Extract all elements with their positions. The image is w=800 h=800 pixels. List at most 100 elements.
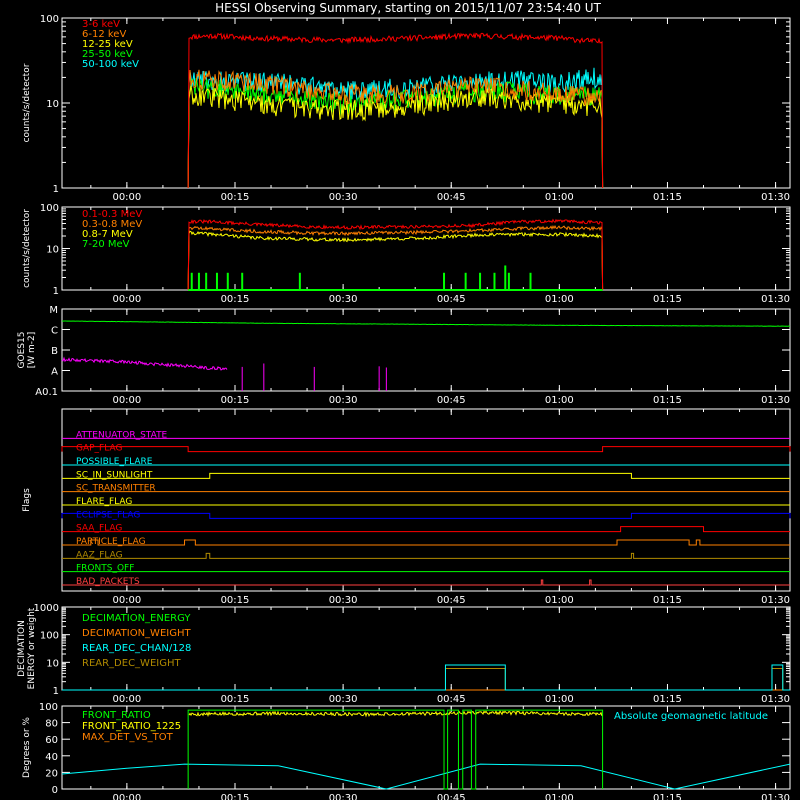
flag-label-particle-flag: PARTICLE_FLAG [76, 537, 146, 547]
high-energy-x-tick-label: 00:45 [437, 294, 466, 305]
low-energy-y-tick-label: 1 [53, 184, 59, 195]
decimation-y-tick-label: 10 [46, 658, 59, 669]
high-energy-x-tick-label: 00:30 [329, 294, 358, 305]
ratios-y-label: Degrees or % [22, 717, 32, 778]
ratios-y-tick-label: 20 [45, 768, 58, 779]
high-energy-y-label: counts/s/detector [22, 209, 32, 288]
ratios-annotation: Absolute geomagnetic latitude [614, 711, 768, 722]
goes-y-label: GOES15 [W m-2] [17, 332, 37, 369]
decimation-x-tick-label: 01:15 [653, 694, 682, 705]
hessi-summary-plot: HESSI Observing Summary, starting on 201… [0, 0, 800, 800]
high-energy-x-tick-label: 01:30 [761, 294, 790, 305]
goes-y-label-text: GOES15 [17, 332, 27, 369]
low-energy-x-tick-label: 01:30 [761, 192, 790, 203]
decimation-x-tick-label: 01:00 [545, 694, 574, 705]
goes-x-tick-label: 00:30 [329, 395, 358, 406]
ratios-x-tick-label: 00:30 [329, 793, 358, 800]
flag-label-fronts-off: FRONTS_OFF [76, 564, 134, 574]
goes-y-tick-label: C [51, 326, 58, 337]
high-energy-x-tick-label: 01:15 [653, 294, 682, 305]
flag-label-possible-flare: POSSIBLE_FLARE [76, 457, 153, 467]
goes-x-tick-label: 00:15 [221, 395, 250, 406]
decimation-y-tick-label: 100 [40, 631, 59, 642]
ratios-legend-entry: FRONT_RATIO [82, 710, 151, 721]
low-energy-x-tick-label: 00:45 [437, 192, 466, 203]
low-energy-x-tick-label: 01:15 [653, 192, 682, 203]
decimation-legend-entry: DECIMATION_WEIGHT [82, 628, 191, 639]
high-energy-x-tick-label: 01:00 [545, 294, 574, 305]
decimation-y-tick-label: 1 [53, 686, 59, 697]
low-energy-y-label: counts/s/detector [22, 63, 32, 142]
flags-x-tick-label: 00:00 [112, 595, 141, 606]
decimation-legend-entry: DECIMATION_ENERGY [82, 613, 191, 624]
low-energy-legend-entry: 50-100 keV [82, 59, 139, 70]
goes-x-tick-label: 01:00 [545, 395, 574, 406]
goes-x-tick-label: 00:45 [437, 395, 466, 406]
decimation-legend-entry: REAR_DEC_WEIGHT [82, 658, 181, 669]
high-energy-y-tick-label: 100 [40, 203, 59, 214]
decimation-y-label-text: ENERGY or weight [27, 607, 37, 689]
decimation-x-tick-label: 00:00 [112, 694, 141, 705]
low-energy-y-label-text: counts/s/detector [22, 63, 32, 142]
goes-y-tick-label: B [51, 346, 58, 357]
high-energy-y-tick-label: 10 [46, 245, 59, 256]
flag-label-flare-flag: FLARE_FLAG [76, 497, 132, 507]
low-energy-x-tick-label: 01:00 [545, 192, 574, 203]
ratios-x-tick-label: 01:15 [653, 793, 682, 800]
flag-label-sc-in-sunlight: SC_IN_SUNLIGHT [76, 470, 153, 480]
low-energy-x-tick-label: 00:15 [221, 192, 250, 203]
decimation-x-tick-label: 01:30 [761, 694, 790, 705]
decimation-x-tick-label: 00:30 [329, 694, 358, 705]
high-energy-legend-entry: 7-20 MeV [82, 239, 130, 250]
low-energy-y-tick-label: 10 [46, 99, 59, 110]
ratios-x-tick-label: 00:15 [221, 793, 250, 800]
high-energy-y-tick-label: 1 [53, 286, 59, 297]
flag-label-aaz-flag: AAZ_FLAG [76, 550, 123, 560]
goes-x-tick-label: 00:00 [112, 395, 141, 406]
flag-label-saa-flag: SAA_FLAG [76, 524, 122, 534]
low-energy-x-tick-label: 00:30 [329, 192, 358, 203]
flags-x-tick-label: 01:15 [653, 595, 682, 606]
flag-label-gap-flag: GAP_FLAG [76, 444, 122, 454]
flags-y-label: Flags [22, 488, 32, 512]
flags-x-tick-label: 01:00 [545, 595, 574, 606]
goes-y-tick-label: A [51, 367, 58, 378]
ratios-x-tick-label: 01:30 [761, 793, 790, 800]
high-energy-y-label-text: counts/s/detector [22, 209, 32, 288]
ratios-y-tick-label: 40 [45, 752, 58, 763]
flags-y-label-text: Flags [22, 488, 32, 512]
decimation-y-tick-label: 1000 [34, 603, 59, 614]
flag-label-eclipse-flag: ECLIPSE_FLAG [76, 510, 140, 520]
flags-x-tick-label: 00:45 [437, 595, 466, 606]
flag-label-attenuator-state: ATTENUATOR_STATE [76, 430, 168, 440]
plot-title: HESSI Observing Summary, starting on 201… [215, 1, 601, 15]
low-energy-y-tick-label: 100 [40, 14, 59, 25]
high-energy-x-tick-label: 00:15 [221, 294, 250, 305]
ratios-legend-entry: FRONT_RATIO_1225 [82, 721, 181, 732]
ratios-x-tick-label: 01:00 [545, 793, 574, 800]
ratios-y-tick-label: 80 [45, 719, 58, 730]
ratios-y-tick-label: 60 [45, 735, 58, 746]
flags-x-tick-label: 00:30 [329, 595, 358, 606]
ratios-y-tick-label: 0 [52, 785, 58, 796]
ratios-legend-entry: MAX_DET_VS_TOT [82, 732, 174, 743]
flag-label-bad-packets: BAD_PACKETS [76, 577, 140, 587]
ratios-y-tick-label: 100 [39, 702, 58, 713]
decimation-x-tick-label: 00:15 [221, 694, 250, 705]
ratios-x-tick-label: 00:45 [437, 793, 466, 800]
goes-y-tick-label: A0.1 [35, 387, 58, 398]
decimation-x-tick-label: 00:45 [437, 694, 466, 705]
high-energy-x-tick-label: 00:00 [112, 294, 141, 305]
low-energy-x-tick-label: 00:00 [112, 192, 141, 203]
decimation-y-label-text: DECIMATION [17, 620, 27, 677]
goes-x-tick-label: 01:30 [761, 395, 790, 406]
ratios-x-tick-label: 00:00 [112, 793, 141, 800]
flags-x-tick-label: 00:15 [221, 595, 250, 606]
goes-x-tick-label: 01:15 [653, 395, 682, 406]
flags-x-tick-label: 01:30 [761, 595, 790, 606]
decimation-legend-entry: REAR_DEC_CHAN/128 [82, 643, 191, 654]
ratios-y-label-text: Degrees or % [22, 717, 32, 778]
goes-y-tick-label: M [49, 305, 58, 316]
goes-y-label-text: [W m-2] [27, 332, 37, 369]
flag-label-sc-transmitter: SC_TRANSMITTER [76, 484, 156, 494]
